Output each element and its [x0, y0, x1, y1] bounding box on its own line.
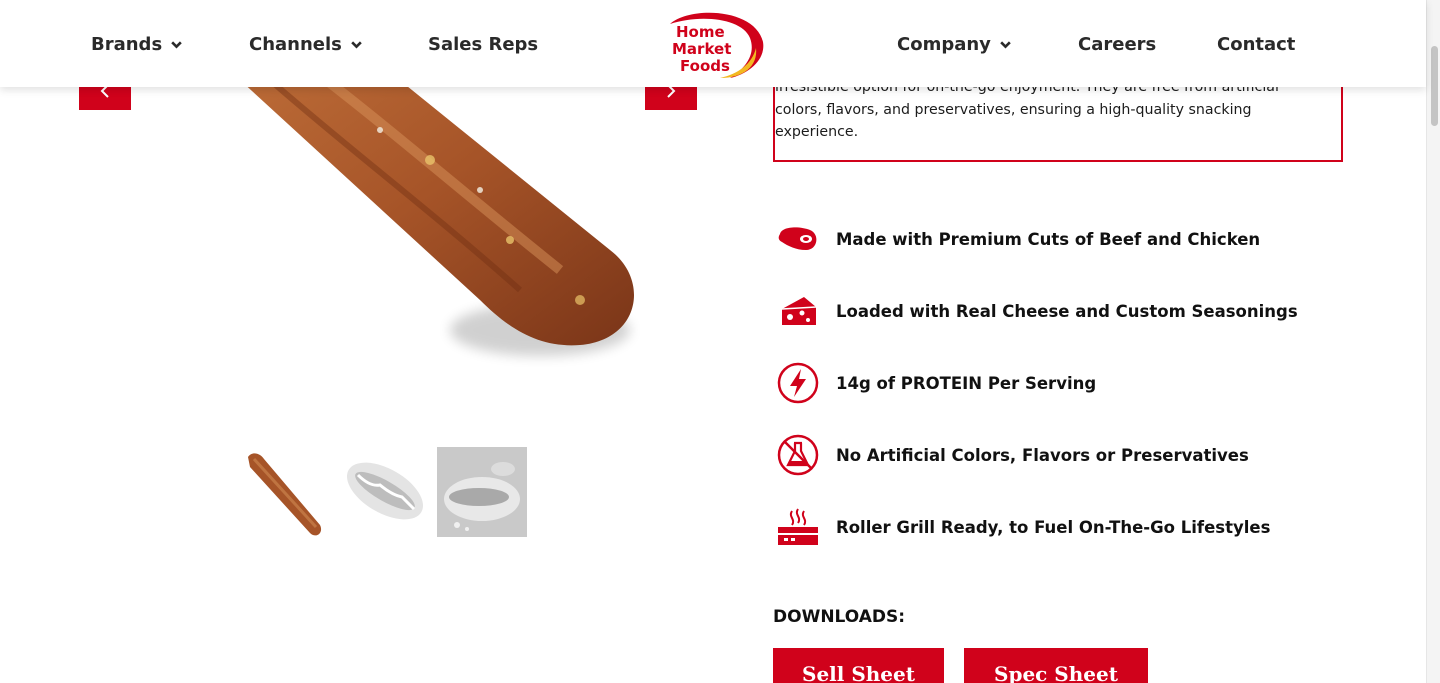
lightning-bolt-icon	[774, 359, 822, 407]
nav-brands[interactable]: Brands	[91, 31, 183, 57]
chevron-down-icon	[1000, 40, 1011, 49]
feature-real-cheese: Loaded with Real Cheese and Custom Seaso…	[774, 287, 1298, 335]
nav-channels[interactable]: Channels	[249, 31, 363, 57]
product-main-image	[220, 40, 634, 356]
roller-grill-icon	[774, 503, 822, 551]
chevron-down-icon	[171, 40, 182, 49]
nav-careers[interactable]: Careers	[1078, 31, 1156, 57]
feature-label: Made with Premium Cuts of Beef and Chick…	[836, 229, 1261, 249]
home-market-foods-logo[interactable]: Home Market Foods	[660, 8, 766, 80]
thumbnail-hot-dog-bun[interactable]	[340, 447, 430, 537]
nav-company-label: Company	[897, 33, 991, 55]
downloads-heading: DOWNLOADS:	[773, 607, 906, 627]
nav-contact-label: Contact	[1217, 33, 1296, 55]
feature-no-artificial: No Artificial Colors, Flavors or Preserv…	[774, 431, 1249, 479]
steak-icon	[774, 215, 822, 263]
feature-protein: 14g of PROTEIN Per Serving	[774, 359, 1096, 407]
page-scrollbar[interactable]	[1426, 0, 1440, 683]
sell-sheet-button[interactable]: Sell Sheet	[773, 648, 944, 683]
spec-sheet-button[interactable]: Spec Sheet	[964, 648, 1148, 683]
nav-channels-label: Channels	[249, 33, 342, 55]
feature-roller-grill: Roller Grill Ready, to Fuel On-The-Go Li…	[774, 503, 1270, 551]
thumbnail-plated-hot-dog[interactable]	[437, 447, 527, 537]
nav-contact[interactable]: Contact	[1217, 31, 1295, 57]
scrollbar-thumb[interactable]	[1431, 46, 1438, 126]
svg-text:Market: Market	[672, 40, 731, 58]
svg-text:Home: Home	[676, 23, 725, 41]
no-chemicals-icon	[774, 431, 822, 479]
feature-label: No Artificial Colors, Flavors or Preserv…	[836, 445, 1249, 465]
nav-careers-label: Careers	[1078, 33, 1157, 55]
nav-brands-label: Brands	[91, 33, 163, 55]
nav-sales-reps-label: Sales Reps	[428, 33, 539, 55]
site-header: Brands Channels Sales Reps Home Market F…	[0, 0, 1426, 87]
cheese-icon	[774, 287, 822, 335]
svg-text:Foods: Foods	[680, 57, 730, 75]
feature-premium-cuts: Made with Premium Cuts of Beef and Chick…	[774, 215, 1260, 263]
feature-label: 14g of PROTEIN Per Serving	[836, 373, 1097, 393]
thumbnail-grilled-stick[interactable]	[240, 447, 330, 537]
feature-label: Loaded with Real Cheese and Custom Seaso…	[836, 301, 1298, 321]
feature-label: Roller Grill Ready, to Fuel On-The-Go Li…	[836, 517, 1271, 537]
nav-company[interactable]: Company	[897, 31, 1012, 57]
nav-sales-reps[interactable]: Sales Reps	[428, 31, 538, 57]
chevron-down-icon	[351, 40, 362, 49]
